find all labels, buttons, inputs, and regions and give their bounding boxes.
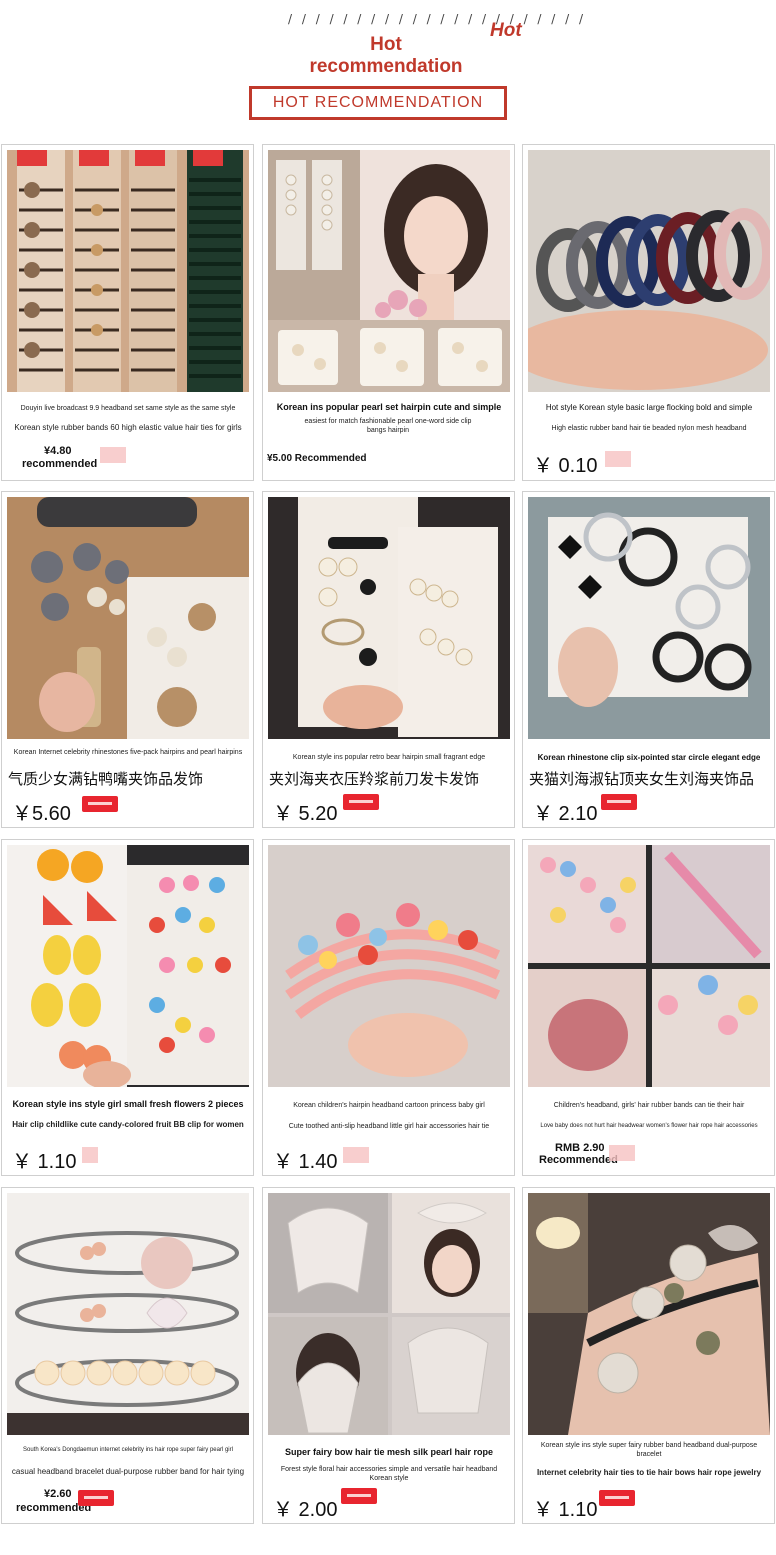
coupon-badge [78,1490,114,1506]
product-desc-line2: 夹刘海夹衣压羚浆前刀发卡发饰 [269,771,480,788]
product-desc-line1: Hot style Korean style basic large flock… [545,403,753,412]
product-desc-line1: Korean ins popular pearl set hairpin cut… [276,402,502,412]
product-desc-line2: 夹猫刘海淑钻顶夹女生刘海夹饰品 [529,771,755,788]
product-price: ￥ 0.10 [533,455,598,477]
coupon-badge [343,794,379,810]
product-desc-line1: Korean Internet celebrity rhinestones fi… [13,749,243,756]
coupon-badge [82,1147,98,1163]
coupon-badge [82,796,118,812]
product-desc-line2: Cute toothed anti-slip headband little g… [288,1123,490,1130]
product-card[interactable]: Korean children's hairpin headband carto… [262,839,515,1176]
product-card[interactable]: Korean rhinestone clip six-pointed star … [522,491,775,828]
section-header: / / / / / / / / / / / / / / / / / / / / … [0,0,776,140]
product-desc-line2: easiest for match fashionable pearl one-… [304,418,472,434]
product-card[interactable]: Children's headband, girls' hair rubber … [522,839,775,1176]
section-title-line1: Hot [370,34,402,55]
product-desc-line1: Children's headband, girls' hair rubber … [553,1102,745,1109]
product-desc-line1: Korean style ins popular retro bear hair… [292,754,486,761]
product-price: ￥ 1.40 [273,1151,338,1173]
product-desc-line2: Korean style rubber bands 60 high elasti… [14,423,242,432]
coupon-badge [599,1490,635,1506]
product-card[interactable]: Korean style ins style super fairy rubbe… [522,1187,775,1524]
product-desc-line1: Korean style ins style super fairy rubbe… [540,1442,758,1458]
product-card[interactable]: Korean ins popular pearl set hairpin cut… [262,144,515,481]
product-image[interactable] [268,1193,510,1435]
section-title: Hot recommendation [286,34,486,78]
product-image[interactable] [528,1193,770,1435]
product-image[interactable] [7,497,249,739]
section-title-line2: recommendation [309,56,463,77]
product-desc-line1: Douyin live broadcast 9.9 headband set s… [20,405,236,412]
product-desc-line1: Korean rhinestone clip six-pointed star … [537,753,761,762]
coupon-badge [609,1145,635,1161]
hot-recommendation-banner: HOT RECOMMENDATION [249,86,507,120]
product-desc-line2: casual headband bracelet dual-purpose ru… [11,1467,245,1476]
product-desc-line1: Korean style ins style girl small fresh … [12,1099,244,1109]
product-price: ¥2.60 [44,1488,72,1500]
coupon-badge [343,1147,369,1163]
product-card[interactable]: Korean style ins style girl small fresh … [1,839,254,1176]
coupon-badge [100,447,126,463]
product-desc-line2: 气质少女满钻鸭嘴夹饰品发饰 [8,771,204,788]
product-desc-line2: High elastic rubber band hair tie beaded… [551,425,747,432]
product-price: ￥ 2.10 [533,803,598,825]
product-card[interactable]: Korean style ins popular retro bear hair… [262,491,515,828]
product-price: ¥4.80 [44,445,72,457]
product-desc-line1: Korean children's hairpin headband carto… [293,1102,485,1109]
product-price-note: Recommended [539,1154,618,1166]
product-image[interactable] [268,150,510,392]
product-desc-line2: Internet celebrity hair ties to tie hair… [536,1468,762,1477]
product-price-note: recommended [22,458,98,470]
product-card[interactable]: Douyin live broadcast 9.9 headband set s… [1,144,254,481]
product-image[interactable] [7,845,249,1087]
product-price: ￥5.60 [12,803,71,825]
decorative-slashes: / / / / / / / / / / / / / / / / / / / / … [288,12,587,26]
coupon-badge [601,794,637,810]
product-price: ￥ 1.10 [533,1499,598,1521]
product-image[interactable] [528,497,770,739]
product-desc-line2: Forest style floral hair accessories sim… [280,1466,498,1482]
product-image[interactable] [268,497,510,739]
product-price: ￥ 2.00 [273,1499,338,1521]
product-price: ￥ 1.10 [12,1151,77,1173]
product-price: ￥ 5.20 [273,803,338,825]
product-desc-line1: South Korea's Dongdaemun internet celebr… [23,1447,233,1453]
product-image[interactable] [528,150,770,392]
product-image[interactable] [268,845,510,1087]
product-desc-line2: Love baby does not hurt hair headwear wo… [540,1123,758,1129]
product-card[interactable]: South Korea's Dongdaemun internet celebr… [1,1187,254,1524]
product-image[interactable] [528,845,770,1087]
product-desc-line1: Super fairy bow hair tie mesh silk pearl… [284,1447,494,1457]
product-card[interactable]: Hot style Korean style basic large flock… [522,144,775,481]
product-card[interactable]: Korean Internet celebrity rhinestones fi… [1,491,254,828]
hot-italic-label: Hot [490,20,522,41]
product-price: ¥5.00 Recommended [267,453,367,464]
product-desc-line2: Hair clip childlike cute candy-colored f… [12,1120,244,1129]
product-image[interactable] [7,1193,249,1435]
product-card[interactable]: Super fairy bow hair tie mesh silk pearl… [262,1187,515,1524]
product-image[interactable] [7,150,249,392]
coupon-badge [605,451,631,467]
coupon-badge [341,1488,377,1504]
